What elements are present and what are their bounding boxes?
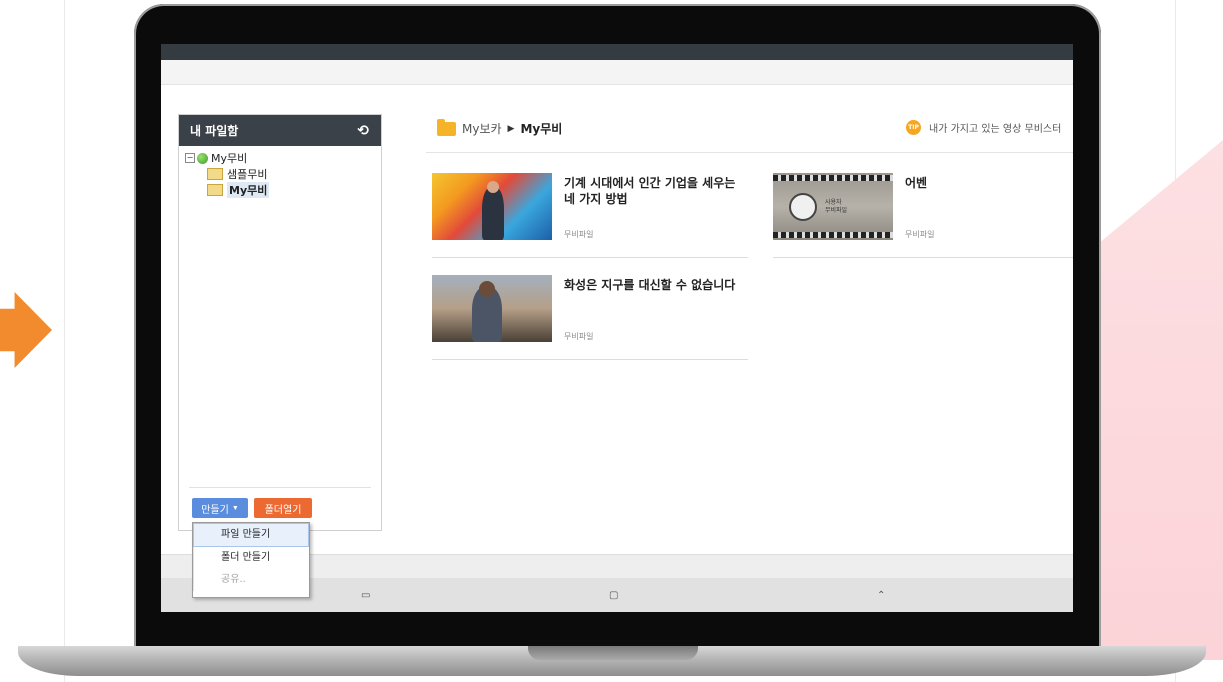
film-strip [773,232,893,238]
refresh-icon[interactable]: ⟲ [357,123,369,139]
background-divider [64,0,65,682]
speaker-head [487,181,499,193]
speaker-head [479,281,495,297]
tree-item-label: My무비 [227,182,270,198]
folder-icon [207,184,223,196]
movie-title[interactable]: 화성은 지구를 대신할 수 없습니다 [564,277,742,293]
tip-banner: TIP 내가 가지고 있는 영상 무비스터 [906,120,1061,135]
tree-item-my-movie[interactable]: My무비 [185,182,381,198]
movie-card[interactable]: 사용자 무비파일 어벤 무비파일 [773,173,1073,258]
speaker-figure [482,187,504,240]
tip-text: 내가 가지고 있는 영상 무비스터 [929,124,1062,135]
thumbnail-label: 사용자 무비파일 [825,199,848,214]
taskbar-icon[interactable]: ▢ [609,590,618,601]
top-bar [161,44,1073,60]
sidebar-title: 내 파일함 [190,124,239,138]
movie-type: 무비파일 [564,230,594,239]
arrow-right-icon [0,292,52,368]
tip-icon: TIP [906,120,921,135]
create-button[interactable]: 만들기 ▼ [192,498,248,518]
taskbar-icon[interactable]: ▭ [361,590,370,601]
movie-type: 무비파일 [905,230,935,239]
movie-thumbnail[interactable] [432,173,552,240]
menu-item-share[interactable]: 공유.. [193,569,309,591]
movie-card[interactable]: 기계 시대에서 인간 기업을 세우는 네 가지 방법 무비파일 [432,173,748,258]
laptop-notch [528,646,698,660]
movie-card[interactable]: 화성은 지구를 대신할 수 없습니다 무비파일 [432,275,748,360]
menu-item-create-folder[interactable]: 폴더 만들기 [193,547,309,569]
decorative-shape [1098,140,1223,660]
globe-icon [197,152,208,164]
tree-item-label: 샘플무비 [227,168,268,181]
movie-thumbnail[interactable] [432,275,552,342]
menu-item-create-file[interactable]: 파일 만들기 [193,523,309,547]
folder-tree: − My무비 샘플무비 My무비 [179,146,381,198]
create-dropdown-menu: 파일 만들기 폴더 만들기 공유.. [192,522,310,598]
collapse-icon[interactable]: − [185,153,195,163]
folder-icon [437,118,456,136]
breadcrumb: My보카 ▶ My무비 [437,118,563,137]
file-sidebar: 내 파일함 ⟲ − My무비 샘플무비 My무비 만들기 ▼ 폴더열기 [178,114,382,531]
tree-item-sample-movie[interactable]: 샘플무비 [185,166,381,182]
movie-thumbnail[interactable]: 사용자 무비파일 [773,173,893,240]
tree-root-label: My무비 [211,152,248,165]
caret-down-icon: ▼ [231,504,239,512]
open-folder-button[interactable]: 폴더열기 [254,498,312,518]
taskbar-icon[interactable]: ⌃ [877,590,885,601]
breadcrumb-current: My무비 [520,122,563,136]
movie-title[interactable]: 기계 시대에서 인간 기업을 세우는 네 가지 방법 [564,175,742,207]
film-strip [773,175,893,181]
divider [189,487,371,488]
sidebar-header: 내 파일함 ⟲ [179,115,381,146]
sub-bar [161,60,1073,85]
folder-icon [207,168,223,180]
app-screen: 내 파일함 ⟲ − My무비 샘플무비 My무비 만들기 ▼ 폴더열기 파일 만… [161,44,1073,612]
breadcrumb-separator: ▶ [507,123,515,134]
create-button-label: 만들기 [201,504,229,516]
film-reel-icon [789,193,817,221]
movie-type: 무비파일 [564,332,594,341]
content-divider [426,152,1073,153]
breadcrumb-parent[interactable]: My보카 [462,120,502,137]
tree-root[interactable]: − My무비 [185,150,381,166]
movie-title[interactable]: 어벤 [905,175,1073,191]
